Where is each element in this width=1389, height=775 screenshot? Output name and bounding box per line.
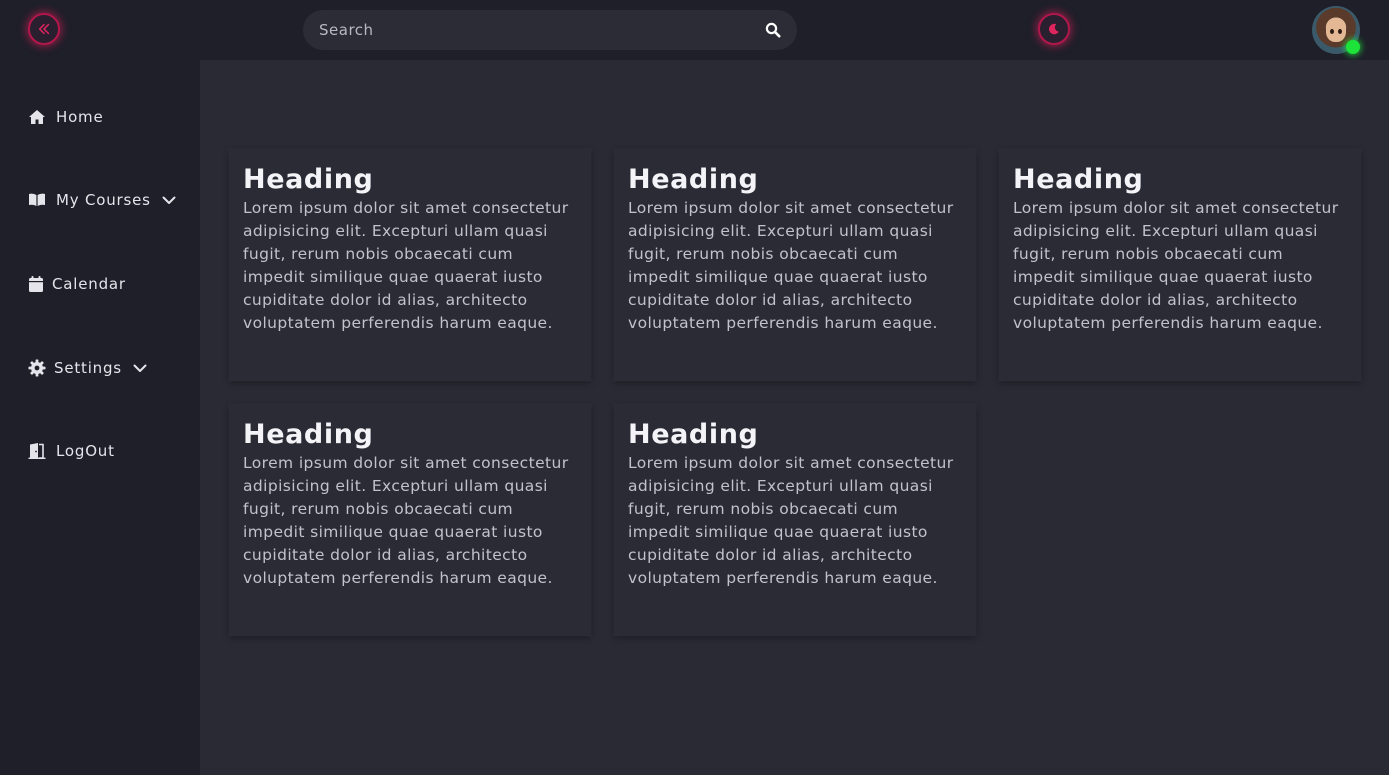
card-heading: Heading (628, 164, 759, 195)
book-icon (28, 191, 48, 209)
card-heading: Heading (1013, 164, 1144, 195)
main-content: Heading Lorem ipsum dolor sit amet conse… (200, 60, 1389, 775)
moon-icon (1047, 22, 1061, 36)
sidebar-item-label: Settings (54, 359, 122, 377)
sidebar-item-my-courses[interactable]: My Courses (28, 191, 177, 209)
card-body: Lorem ipsum dolor sit amet consectetur a… (243, 454, 569, 587)
chevron-down-icon (161, 192, 177, 208)
search-input[interactable] (319, 21, 765, 39)
search-icon[interactable] (765, 22, 781, 38)
avatar-face (1326, 20, 1346, 42)
sidebar-item-label: My Courses (56, 191, 151, 209)
card-body: Lorem ipsum dolor sit amet consectetur a… (628, 454, 954, 587)
sidebar-item-label: Home (56, 108, 104, 126)
card-heading: Heading (243, 419, 374, 450)
avatar-eye-left (1330, 29, 1334, 34)
online-status-dot (1346, 40, 1360, 54)
content-card: Heading Lorem ipsum dolor sit amet conse… (614, 404, 976, 636)
logout-icon (28, 442, 48, 460)
card-body: Lorem ipsum dolor sit amet consectetur a… (628, 199, 954, 332)
card-body: Lorem ipsum dolor sit amet consectetur a… (1013, 199, 1339, 332)
avatar-eye-right (1338, 29, 1342, 34)
top-bar (0, 0, 1389, 60)
content-card: Heading Lorem ipsum dolor sit amet conse… (229, 404, 591, 636)
chevron-down-icon (132, 360, 148, 376)
card-heading: Heading (243, 164, 374, 195)
sidebar-item-settings[interactable]: Settings (28, 359, 148, 377)
theme-toggle-button[interactable] (1038, 13, 1070, 45)
home-icon (28, 108, 48, 126)
card-body: Lorem ipsum dolor sit amet consectetur a… (243, 199, 569, 332)
sidebar-item-logout[interactable]: LogOut (28, 442, 115, 460)
sidebar-item-calendar[interactable]: Calendar (28, 275, 126, 293)
sidebar-item-label: Calendar (52, 275, 126, 293)
sidebar: Home My Courses Calendar Settings LogOut (0, 60, 200, 775)
content-card: Heading Lorem ipsum dolor sit amet conse… (999, 149, 1361, 381)
content-card: Heading Lorem ipsum dolor sit amet conse… (614, 149, 976, 381)
calendar-icon (28, 275, 44, 293)
sidebar-item-label: LogOut (56, 442, 115, 460)
content-card: Heading Lorem ipsum dolor sit amet conse… (229, 149, 591, 381)
card-heading: Heading (628, 419, 759, 450)
gear-icon (28, 359, 46, 377)
collapse-sidebar-button[interactable] (28, 13, 60, 45)
sidebar-item-home[interactable]: Home (28, 108, 104, 126)
search-bar (303, 10, 797, 50)
double-chevron-left-icon (37, 22, 51, 36)
